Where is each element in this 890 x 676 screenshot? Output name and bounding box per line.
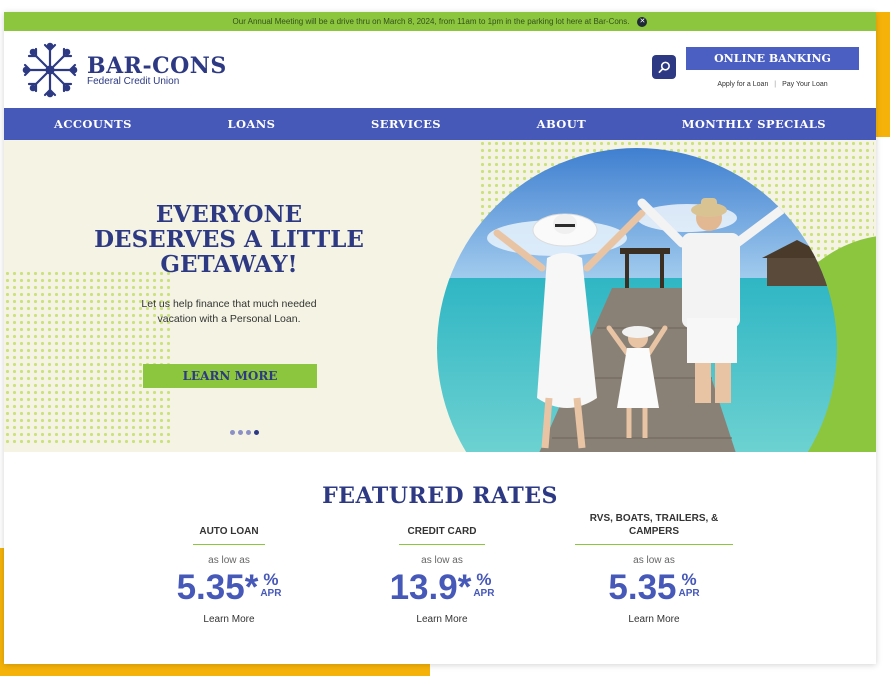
rate-as-low-as: as low as	[421, 555, 463, 566]
carousel-dot[interactable]	[238, 430, 243, 435]
rate-learn-more-link[interactable]: Learn More	[574, 614, 734, 625]
featured-rates-section: FEATURED RATES AUTO LOAN as low as 5.35 …	[4, 452, 876, 664]
rate-unit: % APR	[678, 570, 700, 600]
nav-item-services[interactable]: SERVICES	[371, 117, 441, 131]
link-separator: |	[774, 81, 777, 88]
rate-value-row: 5.35 * % APR	[144, 570, 314, 606]
rate-asterisk: *	[457, 568, 472, 607]
rate-label: CREDIT CARD	[399, 525, 485, 545]
carousel-dot[interactable]	[230, 430, 235, 435]
brand-text: BAR-CONS Federal Credit Union	[87, 54, 227, 87]
apply-for-loan-link[interactable]: Apply for a Loan	[717, 81, 768, 88]
rate-asterisk: *	[244, 568, 259, 607]
close-icon[interactable]: ✕	[637, 16, 648, 27]
rate-value: 13.9	[389, 568, 458, 607]
featured-rates-title: FEATURED RATES	[322, 483, 558, 509]
rate-apr: APR	[473, 588, 495, 599]
website-frame: Our Annual Meeting will be a drive thru …	[4, 12, 876, 664]
rate-learn-more-link[interactable]: Learn More	[357, 614, 527, 625]
hero-headline: EVERYONE DESERVES A LITTLE GETAWAY!	[94, 201, 364, 278]
rate-value: 5.35	[608, 568, 677, 607]
rate-percent: %	[476, 570, 492, 589]
rate-value: 5.35	[176, 568, 245, 607]
nav-item-accounts[interactable]: ACCOUNTS	[54, 117, 132, 131]
rate-learn-more-link[interactable]: Learn More	[144, 614, 314, 625]
brand-logo[interactable]: BAR-CONS Federal Credit Union	[21, 41, 227, 99]
carousel-dots	[230, 430, 259, 435]
main-navigation: ACCOUNTS LOANS SERVICES ABOUT MONTHLY SP…	[4, 108, 876, 140]
rate-apr: APR	[260, 588, 282, 599]
announcement-bar: Our Annual Meeting will be a drive thru …	[4, 12, 876, 31]
site-header: BAR-CONS Federal Credit Union ONLINE BAN…	[4, 31, 876, 108]
rate-unit: % APR	[260, 570, 282, 600]
decorative-gold-bar-bottom	[0, 663, 430, 676]
hero-subtext: Let us help finance that much needed vac…	[141, 298, 317, 325]
logo-icon	[22, 42, 78, 98]
rate-label: RVS, BOATS, TRAILERS, & CAMPERS	[575, 512, 733, 545]
rate-card-auto-loan: AUTO LOAN as low as 5.35 * % APR Learn M…	[144, 525, 314, 625]
online-banking-button[interactable]: ONLINE BANKING	[686, 47, 859, 70]
announcement-text: Our Annual Meeting will be a drive thru …	[232, 17, 630, 26]
decorative-gold-bar-right	[876, 12, 890, 137]
rate-percent: %	[263, 570, 279, 589]
brand-name: BAR-CONS	[87, 52, 227, 79]
rate-label: AUTO LOAN	[193, 525, 265, 545]
search-button[interactable]	[652, 55, 676, 79]
rate-value-row: 5.35 % APR	[574, 570, 734, 606]
carousel-dot[interactable]	[246, 430, 251, 435]
search-icon	[658, 61, 670, 73]
rate-unit: % APR	[473, 570, 495, 600]
nav-item-loans[interactable]: LOANS	[228, 117, 276, 131]
nav-item-monthly-specials[interactable]: MONTHLY SPECIALS	[682, 117, 826, 131]
rate-as-low-as: as low as	[208, 555, 250, 566]
pay-your-loan-link[interactable]: Pay Your Loan	[782, 81, 828, 88]
header-sublinks: Apply for a Loan | Pay Your Loan	[686, 81, 859, 88]
rate-card-rvs-boats: RVS, BOATS, TRAILERS, & CAMPERS as low a…	[574, 512, 734, 625]
rate-as-low-as: as low as	[633, 555, 675, 566]
rate-percent: %	[681, 570, 697, 589]
hero-banner: EVERYONE DESERVES A LITTLE GETAWAY! Let …	[4, 140, 876, 452]
hero-text-block: EVERYONE DESERVES A LITTLE GETAWAY! Let …	[74, 202, 384, 327]
nav-item-about[interactable]: ABOUT	[537, 117, 586, 131]
rate-value-row: 13.9 * % APR	[357, 570, 527, 606]
carousel-dot-active[interactable]	[254, 430, 259, 435]
learn-more-button[interactable]: LEARN MORE	[143, 364, 317, 388]
rate-card-credit-card: CREDIT CARD as low as 13.9 * % APR Learn…	[357, 525, 527, 625]
rate-apr: APR	[678, 588, 700, 599]
